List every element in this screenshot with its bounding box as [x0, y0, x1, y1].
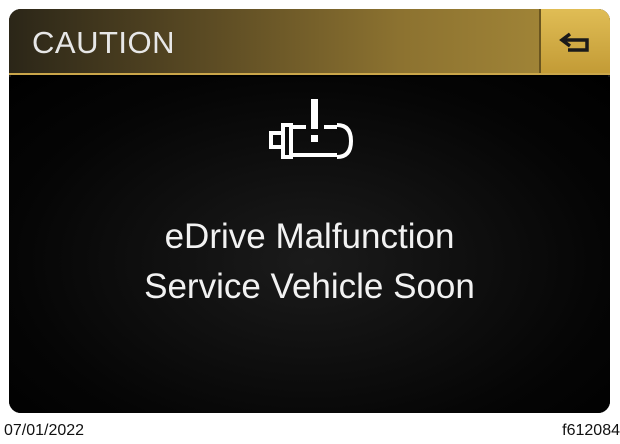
back-arrow-icon: [558, 32, 589, 52]
date-caption: 07/01/2022: [4, 422, 85, 439]
message-area: eDrive Malfunction Service Vehicle Soon: [9, 77, 610, 413]
figure-id-caption: f612084: [562, 422, 620, 439]
header-title: CAUTION: [32, 25, 175, 60]
message-line-1: eDrive Malfunction: [164, 217, 455, 256]
edrive-malfunction-icon: [269, 99, 354, 159]
back-button[interactable]: [539, 9, 610, 75]
message-line-2: Service Vehicle Soon: [144, 267, 475, 306]
display-screen: CAUTION eDrive Malfunction Service Vehic…: [9, 9, 610, 413]
caution-header: CAUTION: [9, 9, 610, 75]
